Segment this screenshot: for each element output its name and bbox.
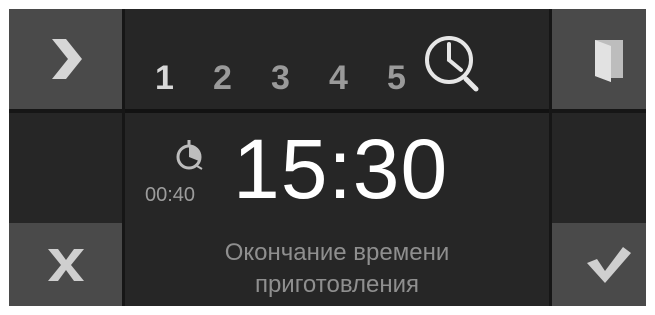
level-4[interactable]: 4 bbox=[329, 59, 387, 98]
oven-display: 1 2 3 4 5 00:40 15:30 Окончание времени bbox=[9, 9, 646, 306]
caption-line-2: приготовления bbox=[254, 271, 420, 298]
checkmark-icon bbox=[586, 246, 631, 283]
level-list: 1 2 3 4 5 bbox=[155, 59, 445, 98]
clock-search-button[interactable] bbox=[421, 32, 487, 103]
end-time[interactable]: 15:30 bbox=[233, 127, 448, 211]
timer-icon bbox=[176, 140, 203, 170]
caption-line-1: Окончание времени bbox=[224, 239, 450, 266]
level-selector: 1 2 3 4 5 bbox=[125, 9, 549, 109]
next-button[interactable] bbox=[9, 9, 122, 109]
level-1[interactable]: 1 bbox=[155, 59, 213, 98]
level-3[interactable]: 3 bbox=[271, 59, 329, 98]
level-2[interactable]: 2 bbox=[213, 59, 271, 98]
door-button[interactable] bbox=[552, 9, 646, 109]
door-icon bbox=[594, 40, 623, 82]
chevron-right-icon bbox=[51, 39, 82, 79]
left-side-panel bbox=[9, 113, 122, 223]
cancel-button[interactable] bbox=[9, 223, 122, 306]
close-icon bbox=[47, 248, 84, 281]
right-side-panel bbox=[552, 113, 646, 223]
end-time-caption: Окончание времени приготовления bbox=[125, 237, 549, 301]
clock-search-icon bbox=[425, 36, 479, 92]
time-panel: 00:40 15:30 Окончание времени приготовле… bbox=[125, 113, 549, 306]
cooking-duration: 00:40 bbox=[145, 184, 196, 206]
confirm-button[interactable] bbox=[552, 223, 646, 306]
